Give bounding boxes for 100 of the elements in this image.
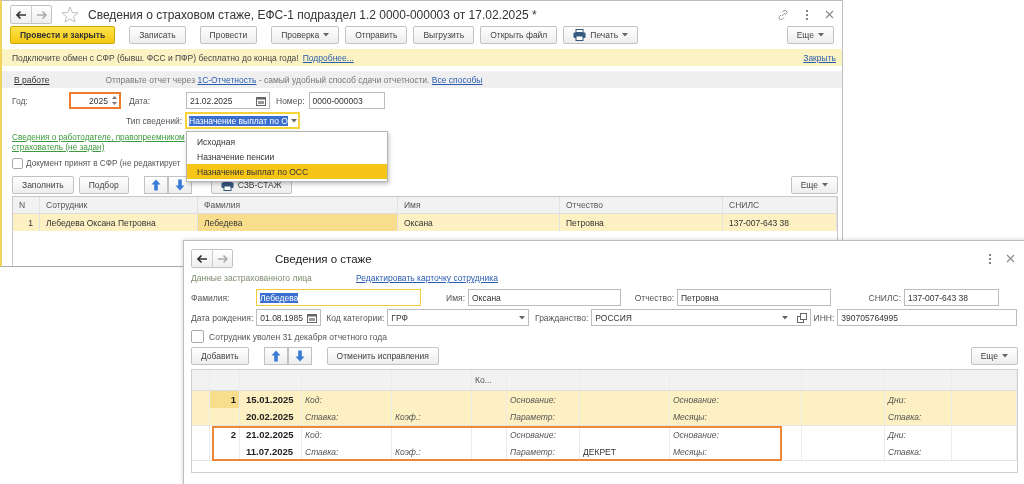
table-cell: Дни: xyxy=(885,391,952,408)
table-cell: Месяцы: xyxy=(670,408,802,425)
checkbox-label: Сотрудник уволен 31 декабря отчетного года xyxy=(209,331,387,342)
table-cell: Основание: xyxy=(670,426,802,443)
field-label: Имя: xyxy=(445,292,466,303)
more-button[interactable]: Еще xyxy=(786,26,834,44)
arrow-up-icon xyxy=(270,350,281,362)
table-button[interactable]: Подбор xyxy=(78,176,129,194)
service-link[interactable]: 1С-Отчетность xyxy=(197,74,257,85)
edit-employee-link[interactable]: Редактировать карточку сотрудника xyxy=(356,273,498,283)
arrow-up-icon xyxy=(150,179,161,191)
table-cell: Ставка: xyxy=(302,408,392,425)
column-header: Сотрудник xyxy=(40,197,198,213)
close-icon[interactable] xyxy=(1006,254,1015,263)
toolbar-button[interactable]: Выгрузить xyxy=(413,26,475,44)
move-up-button[interactable] xyxy=(143,176,168,194)
open-icon[interactable] xyxy=(797,312,808,323)
text-field[interactable]: 390705764995 xyxy=(837,309,1018,326)
field-label: Номер: xyxy=(276,95,305,106)
dropdown-option[interactable]: Назначение выплат по ОСС xyxy=(187,164,387,179)
spinner-icon[interactable] xyxy=(111,94,118,107)
table-cell: Параметр: xyxy=(507,443,580,460)
dropdown-option[interactable]: Исходная xyxy=(187,134,387,149)
printer-icon xyxy=(573,29,587,41)
toolbar-button[interactable]: Открыть файл xyxy=(480,26,558,44)
table-cell: 21.02.2025 xyxy=(240,426,302,443)
number-field[interactable]: 0000-000003 xyxy=(308,92,385,109)
table-cell: Ставка: xyxy=(885,408,952,425)
text-field[interactable]: Петровна xyxy=(677,289,831,306)
text-field[interactable]: Лебедева xyxy=(256,289,421,306)
more-icon[interactable] xyxy=(988,252,992,265)
arrow-right-icon xyxy=(35,9,48,20)
status-link[interactable]: В работе xyxy=(14,74,50,85)
table-cell: ДЕКРЕТ xyxy=(580,443,670,460)
calendar-icon[interactable] xyxy=(307,312,318,323)
table-cell: Параметр: xyxy=(507,408,580,425)
details-link[interactable]: Подробнее... xyxy=(302,52,354,63)
caret-icon xyxy=(818,33,824,37)
dropdown-option[interactable]: Назначение пенсии xyxy=(187,149,387,164)
toolbar-button[interactable]: Печать xyxy=(563,26,639,44)
toolbar-button[interactable]: Отправить xyxy=(345,26,408,44)
more-icon[interactable] xyxy=(805,8,809,21)
field-label: Дата: xyxy=(129,95,152,106)
undo-button[interactable]: Отменить исправления xyxy=(326,347,439,365)
more-button[interactable]: Еще xyxy=(790,176,838,194)
year-field[interactable]: 2025 xyxy=(69,92,121,109)
field-label: Год: xyxy=(12,95,29,106)
all-methods-link[interactable]: Все способы xyxy=(431,74,483,85)
toolbar-button[interactable]: Провести xyxy=(199,26,258,44)
toolbar-button[interactable]: Проверка xyxy=(271,26,340,44)
field-label: Гражданство: xyxy=(534,312,590,323)
column-header: Ко... xyxy=(472,370,507,390)
checkbox-label: Документ принят в СФР (не редактирует xyxy=(26,159,181,168)
more-button[interactable]: Еще xyxy=(970,347,1018,365)
table-button[interactable]: Заполнить xyxy=(12,176,74,194)
info-type-select[interactable]: Назначение выплат по О xyxy=(185,112,300,129)
table-row[interactable]: 2 21.02.2025 Код: Основание: Основание: Дни: 11.07.2025 Ставка: Коэф.: Параметр: ДЕКРЕТ Месяцы: Ставка: xyxy=(192,426,1017,461)
employer-link[interactable]: страхователь (не задан) xyxy=(12,143,105,153)
text-field[interactable]: 137-007-643 38 xyxy=(904,289,999,306)
dismissed-checkbox[interactable] xyxy=(191,330,204,343)
add-button[interactable]: Добавить xyxy=(191,347,249,365)
star-icon[interactable] xyxy=(61,6,79,23)
table-cell: 15.01.2025 xyxy=(240,391,302,408)
arrow-down-icon xyxy=(174,179,185,191)
caret-icon xyxy=(782,315,789,320)
table-cell: Коэф.: xyxy=(392,443,472,460)
accepted-checkbox[interactable] xyxy=(12,158,23,169)
employer-link[interactable]: Сведения о работодателе, правопреемником xyxy=(12,133,185,143)
select-field[interactable]: ГРФ xyxy=(387,309,530,326)
caret-icon xyxy=(622,33,629,37)
calendar-icon[interactable] xyxy=(256,95,266,106)
table-cell: Основание: xyxy=(507,426,580,443)
field-label: Дата рождения: xyxy=(191,312,255,323)
column-header: Отчество xyxy=(560,197,723,213)
toolbar-button[interactable]: Записать xyxy=(129,26,186,44)
reference-field[interactable]: РОССИЯ xyxy=(591,309,812,326)
table-row[interactable]: 1 15.01.2025 Код: Основание: Основание: Дни: 20.02.2025 Ставка: Коэф.: Параметр: Месяцы: Ставка: xyxy=(192,391,1017,426)
table-cell: Код: xyxy=(302,426,392,443)
date-field[interactable]: 01.08.1985 xyxy=(256,309,322,326)
field-label: Тип сведений: xyxy=(125,115,183,126)
link-icon[interactable] xyxy=(777,8,789,21)
close-link[interactable]: Закрыть xyxy=(803,52,836,63)
section-label: Данные застрахованного лица xyxy=(191,273,313,283)
table-cell: 20.02.2025 xyxy=(240,408,302,425)
close-icon[interactable] xyxy=(825,10,834,19)
table-row[interactable]: 1 Лебедева Оксана Петровна Лебедева Оксана Петровна 137-007-643 38 xyxy=(13,214,837,231)
date-field[interactable]: 21.02.2025 xyxy=(186,92,270,109)
text-field[interactable]: Оксана xyxy=(468,289,621,306)
table-cell: Оксана xyxy=(398,214,560,231)
status-text: Отправьте отчет через 1С-Отчетность - самый удобный способ сдачи отчетности. Все способы xyxy=(105,74,483,85)
move-up-button[interactable] xyxy=(263,347,288,365)
field-label: Фамилия: xyxy=(191,292,231,303)
arrow-left-icon xyxy=(196,253,208,264)
field-label: ИНН: xyxy=(812,312,836,323)
move-down-button[interactable] xyxy=(287,347,312,365)
table-cell: Петровна xyxy=(560,214,723,231)
arrow-left-icon xyxy=(15,9,27,20)
caret-icon xyxy=(290,118,297,123)
column-header: N xyxy=(13,197,40,213)
primary-button[interactable]: Провести и закрыть xyxy=(10,26,116,44)
